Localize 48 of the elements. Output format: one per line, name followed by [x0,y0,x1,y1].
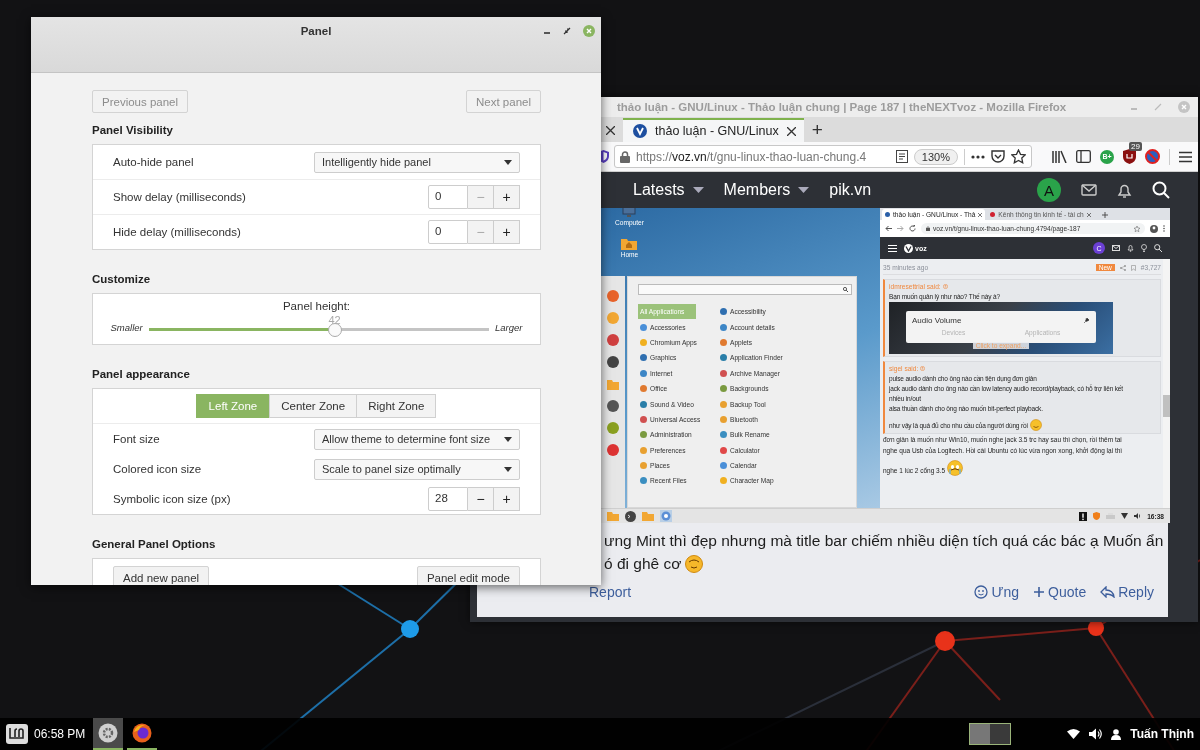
dropdown[interactable]: Scale to panel size optimally [314,458,520,480]
max-label: Larger [495,321,523,333]
slider-value: 42 [328,314,341,326]
clock[interactable]: 06:58 PM [34,727,86,741]
dropdown[interactable]: Intelligently hide panel [314,151,520,173]
reply-link[interactable]: Reply [1100,584,1154,600]
post-text: ưng Mint thì đẹp nhưng mà title bar chiếm nhiều diện tích quá các bác ạ Muốn ẩn [604,531,1164,550]
zoom-level[interactable]: 130% [913,148,958,165]
address-field[interactable]: https://voz.vn/t/gnu-linux-thao-luan-chung.4 130% [614,145,1032,168]
number-field[interactable]: 0 [428,185,468,209]
zone-tab[interactable]: Center Zone [269,394,358,418]
section-heading: General Panel Options [92,538,217,550]
post-text: ó đi ghê cơ [604,554,682,573]
quote-link[interactable]: Quote [1033,584,1087,600]
extension-badge: 29 [1129,142,1142,151]
setting-label: Auto-hide panel [113,156,194,168]
zone-tab[interactable]: Right Zone [356,394,437,418]
nav-link[interactable]: Members [723,181,810,199]
react-link[interactable]: Ưng [973,584,1020,600]
increment-button[interactable]: + [494,185,520,209]
report-link[interactable]: Report [589,584,632,600]
dialog-title: Audio Volume [912,316,962,325]
dropdown[interactable]: Allow theme to determine font size [314,428,520,450]
setting-label: Show delay (milliseconds) [113,191,246,203]
setting-label: Hide delay (milliseconds) [113,226,241,238]
nav-link[interactable]: pik.vn [829,181,872,199]
setting-label: Font size [113,433,160,445]
increment-button[interactable]: + [494,487,520,511]
action-button[interactable]: Add new panel [113,566,210,585]
action-button[interactable]: Panel edit mode [416,566,520,585]
section-heading: Customize [92,273,152,285]
section-heading: Panel Visibility [92,124,174,136]
window-title: Panel [300,25,332,37]
browser-tab[interactable]: thảo luận - GNU/Linux [623,118,804,142]
section-heading: Panel appearance [92,368,191,380]
increment-button[interactable]: + [494,220,520,244]
number-field[interactable]: 28 [428,487,468,511]
slider-label: Panel height: [282,300,351,312]
user-name[interactable]: Tuấn Thịnh [1130,727,1194,741]
nav-link[interactable]: Latests [633,181,704,199]
new-tab-button[interactable]: + [811,120,823,139]
avatar[interactable]: A [1037,178,1061,202]
decrement-button[interactable]: − [468,487,494,511]
window-title: thảo luận - GNU/Linux - Thảo luận chung | Page 187 | theNEXTvoz - Mozilla Firefox [617,101,1067,113]
setting-label: Symbolic icon size (px) [113,493,231,505]
number-field[interactable]: 0 [428,220,468,244]
setting-label: Colored icon size [113,463,202,475]
min-label: Smaller [110,321,143,333]
